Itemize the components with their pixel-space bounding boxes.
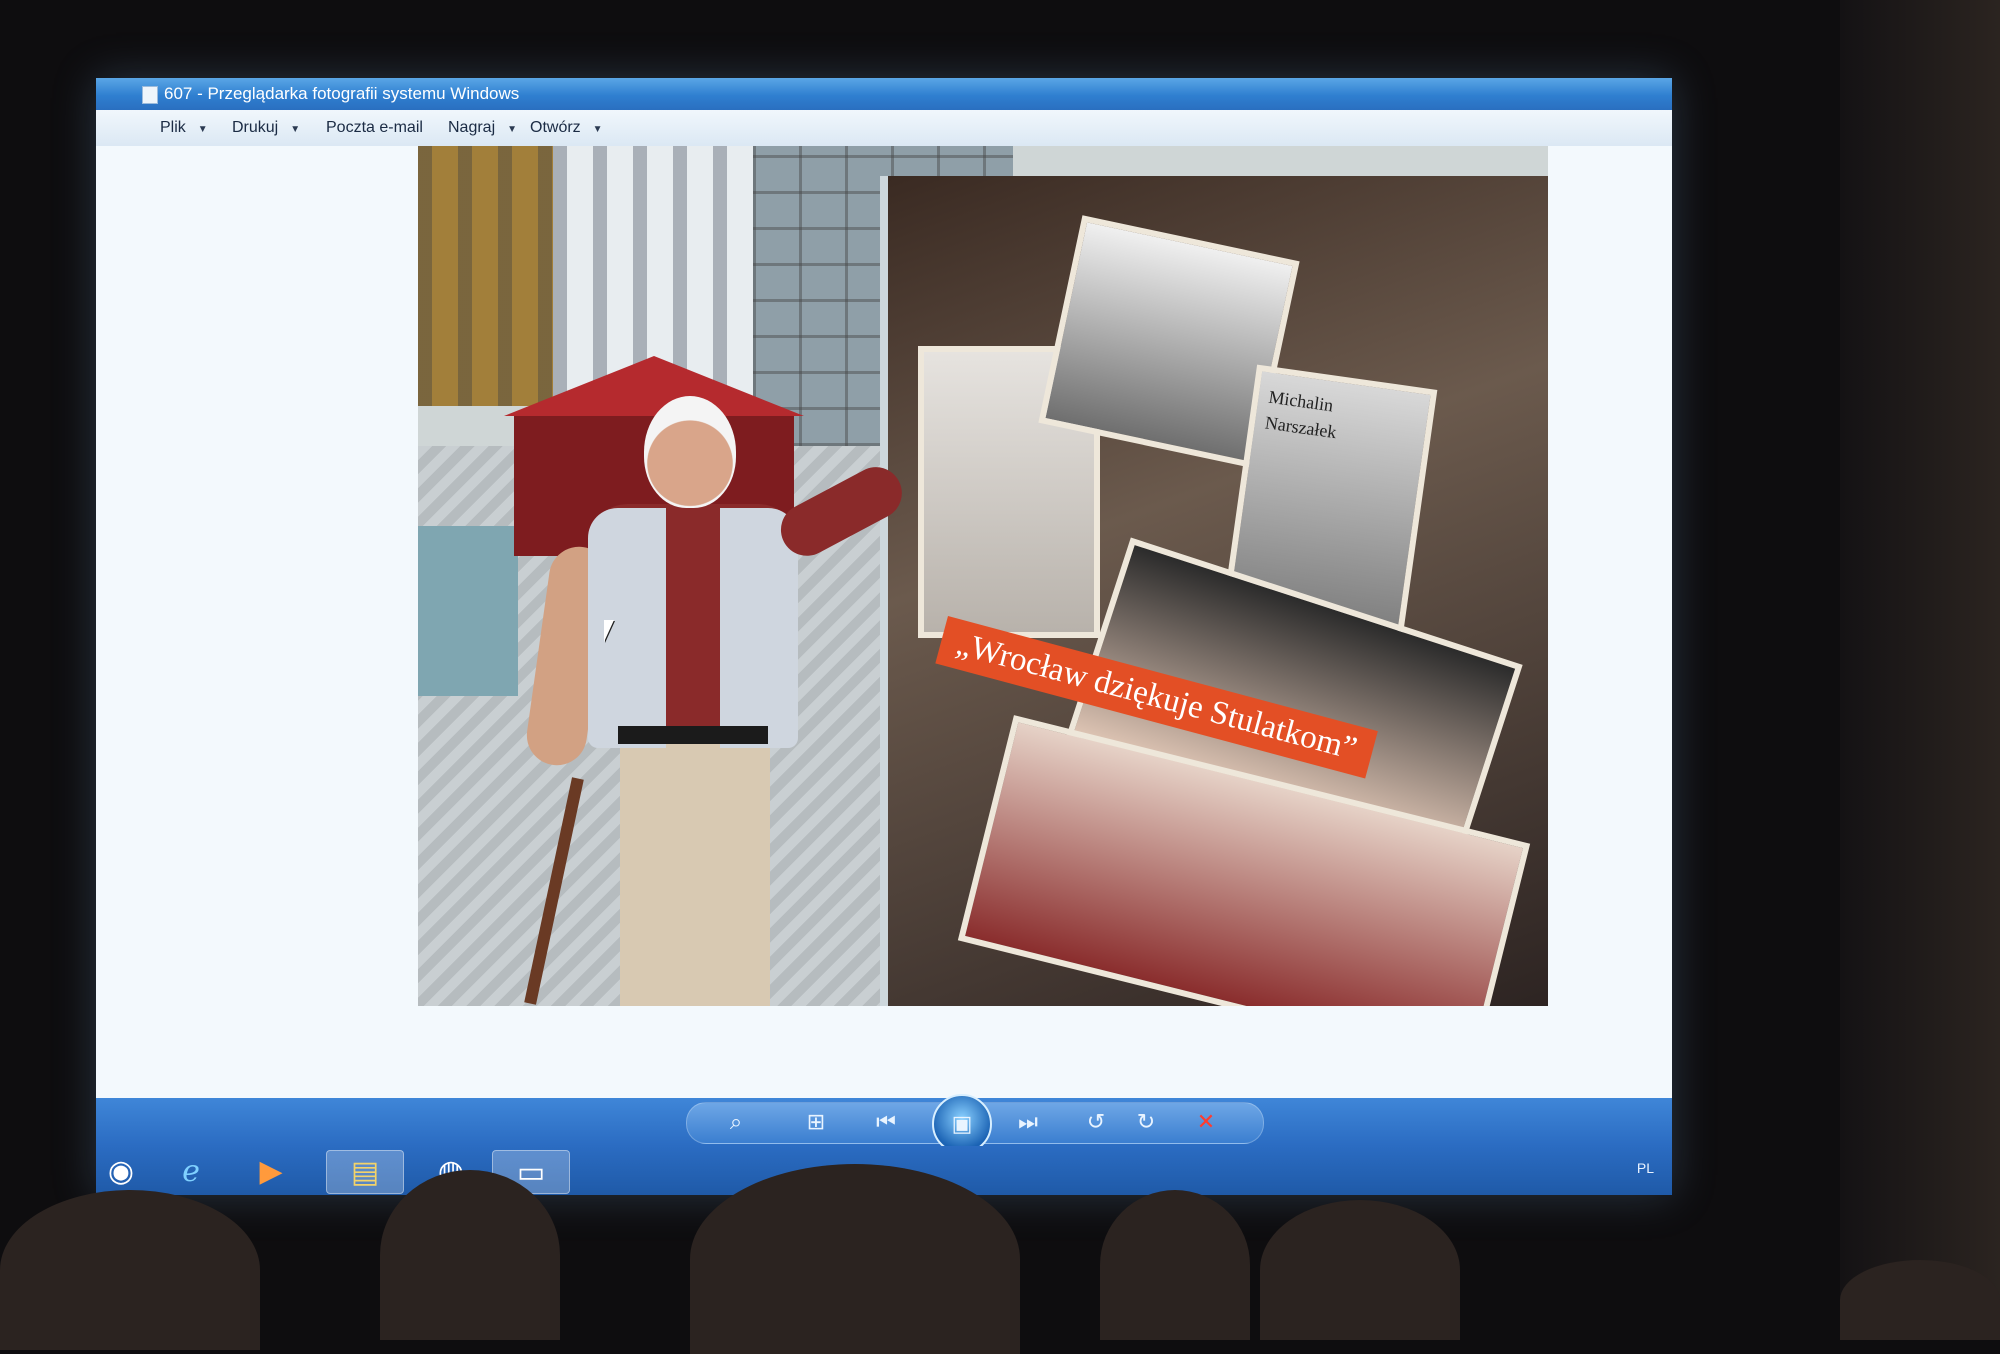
menu-poczta-label: Poczta e-mail (326, 119, 423, 136)
audience-heads (0, 1150, 2000, 1354)
fit-window-icon[interactable]: ⊞ (796, 1102, 836, 1142)
photo-elderly-man (522, 396, 911, 1006)
window-titlebar[interactable]: 607 - Przeglądarka fotografii systemu Wi… (96, 78, 1672, 110)
menu-nagraj-label: Nagraj (448, 119, 496, 136)
chevron-down-icon: ▼ (507, 124, 518, 135)
chevron-down-icon: ▼ (290, 124, 301, 135)
chevron-down-icon: ▼ (197, 124, 208, 135)
chevron-down-icon: ▼ (592, 124, 603, 135)
menu-poczta[interactable]: Poczta e-mail (326, 110, 423, 146)
menu-bar: Plik ▼ Drukuj ▼ Poczta e-mail Nagraj ▼ Otwó… (96, 110, 1672, 147)
photo-fountain (418, 526, 518, 696)
board-document-text-1: Michalin (1267, 386, 1335, 416)
menu-nagraj[interactable]: Nagraj ▼ (448, 110, 517, 146)
delete-icon[interactable]: ✕ (1186, 1102, 1226, 1142)
menu-plik-label: Plik (160, 119, 186, 136)
menu-drukuj[interactable]: Drukuj ▼ (232, 110, 300, 146)
rotate-left-icon[interactable]: ↺ (1076, 1102, 1116, 1142)
menu-otworz-label: Otwórz (530, 119, 581, 136)
projection-screen: 607 - Przeglądarka fotografii systemu Wi… (96, 78, 1672, 1195)
window-title: 607 - Przeglądarka fotografii systemu Wi… (164, 84, 520, 103)
viewer-controls-bar: ⌕ ⊞ ⏮ ▣ ⏭ ↺ ↻ ✕ (96, 1094, 1672, 1154)
displayed-photo: Michalin Narszałek „Wrocław dziękuje Stu… (418, 146, 1548, 1006)
room-wall (1840, 0, 2000, 1333)
slideshow-icon[interactable]: ▣ (932, 1094, 992, 1154)
menu-drukuj-label: Drukuj (232, 119, 279, 136)
rotate-right-icon[interactable]: ↻ (1126, 1102, 1166, 1142)
next-icon[interactable]: ⏭ (1008, 1102, 1048, 1142)
image-viewport[interactable]: Michalin Narszałek „Wrocław dziękuje Stu… (96, 146, 1672, 1098)
mouse-cursor-icon (604, 620, 614, 642)
previous-icon[interactable]: ⏮ (866, 1102, 906, 1142)
menu-otworz[interactable]: Otwórz ▼ (530, 110, 603, 146)
zoom-icon[interactable]: ⌕ (716, 1102, 756, 1142)
photo-viewer-app-icon (142, 86, 158, 104)
menu-plik[interactable]: Plik ▼ (160, 110, 208, 146)
photo-exhibition-board: Michalin Narszałek (888, 176, 1548, 1006)
board-document-text-2: Narszałek (1263, 412, 1338, 443)
